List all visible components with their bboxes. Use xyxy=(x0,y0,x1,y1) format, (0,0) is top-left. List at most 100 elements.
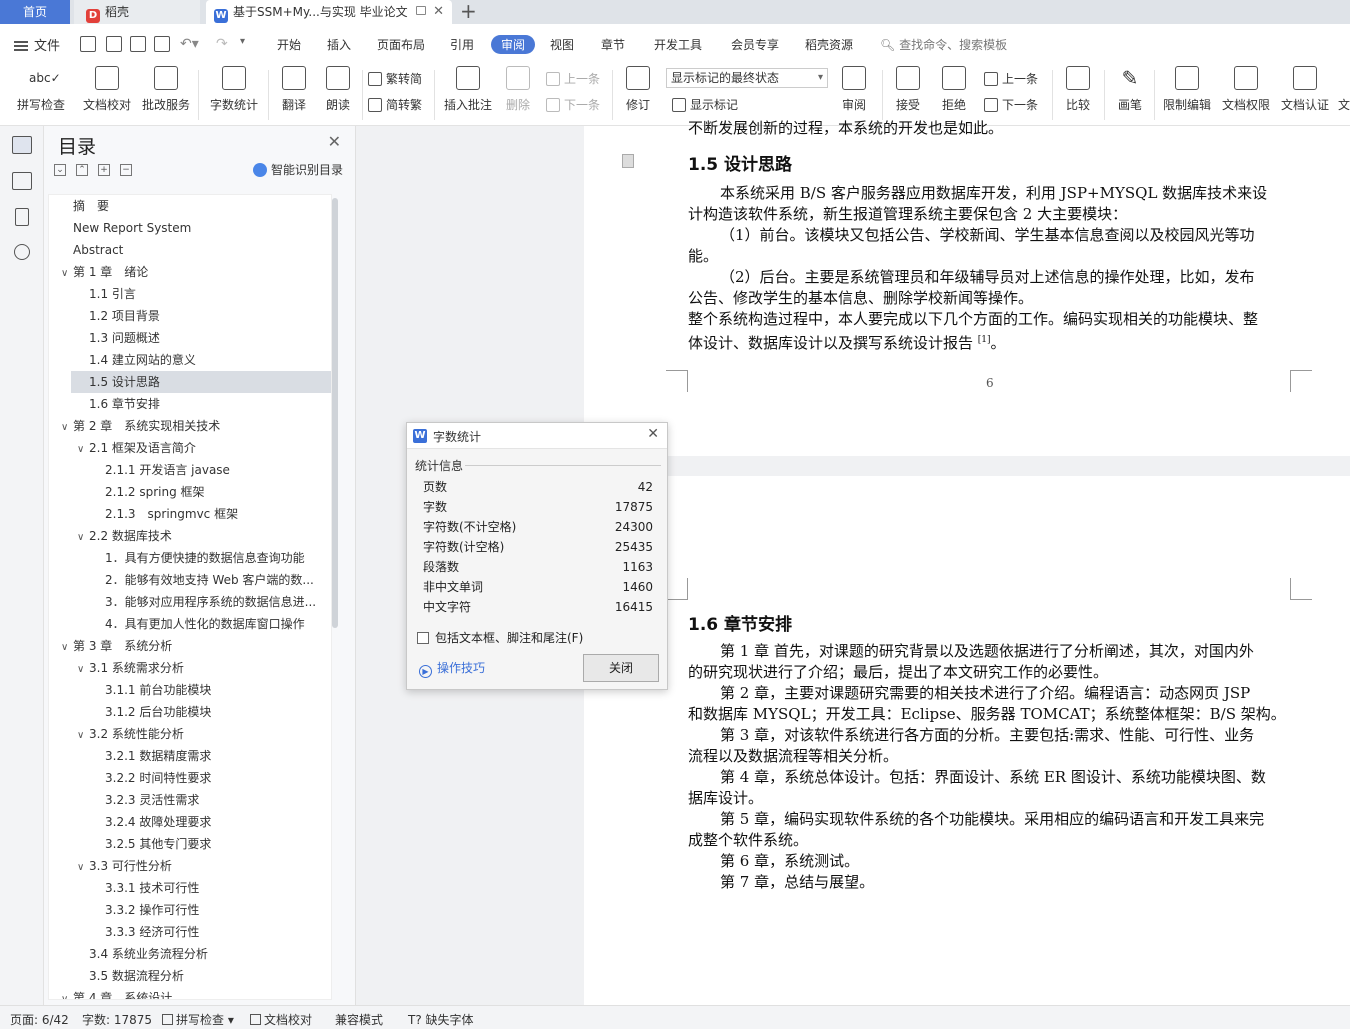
prev-revision-button[interactable]: 上一条 xyxy=(984,70,1038,87)
menu-layout[interactable]: 页面布局 xyxy=(377,36,425,53)
toc-item[interactable]: 3.2.2 时间特性要求 xyxy=(49,767,331,789)
toc-item[interactable]: ∨ 第 1 章 绪论 xyxy=(49,261,331,283)
tab-straw[interactable]: D 稻壳 xyxy=(74,0,200,24)
chevron-down-icon[interactable]: ∨ xyxy=(61,989,73,999)
word-count-button[interactable]: 字数统计 xyxy=(206,66,262,113)
menu-chapter[interactable]: 章节 xyxy=(601,36,625,53)
collapse-all-icon[interactable]: ⌄ xyxy=(54,163,66,176)
toc-item[interactable]: 3.2.1 数据精度需求 xyxy=(49,745,331,767)
doc-check-button[interactable]: 文档校对 xyxy=(80,66,134,113)
toc-item[interactable]: ∨ 2.2 数据库技术 xyxy=(49,525,331,547)
expand-all-icon[interactable]: ⌃ xyxy=(76,163,88,176)
redo-icon[interactable]: ↷ xyxy=(216,36,228,52)
compare-button[interactable]: 比较 xyxy=(1060,66,1096,113)
toc-scrollbar[interactable] xyxy=(332,198,338,628)
translate-button[interactable]: 翻译 xyxy=(276,66,312,113)
toc-item[interactable]: 3.3.3 经济可行性 xyxy=(49,921,331,943)
chevron-down-icon[interactable]: ∨ xyxy=(77,857,89,877)
new-tab-button[interactable]: + xyxy=(460,0,477,24)
toc-item[interactable]: 3.3.1 技术可行性 xyxy=(49,877,331,899)
toc-item[interactable]: 4．具有更加人性化的数据库窗口操作 xyxy=(49,613,331,635)
toc-item[interactable]: 1.5 设计思路 xyxy=(71,371,331,393)
close-icon[interactable]: ✕ xyxy=(328,132,341,151)
menu-developer[interactable]: 开发工具 xyxy=(654,36,702,53)
menu-reference[interactable]: 引用 xyxy=(450,36,474,53)
spell-check-button[interactable]: abc✓ 拼写检查 xyxy=(10,66,72,113)
remove-heading-icon[interactable]: − xyxy=(120,163,132,176)
print-icon[interactable] xyxy=(130,36,146,52)
citation[interactable]: [1] xyxy=(978,335,991,345)
toc-item[interactable]: ∨ 第 4 章 系统设计 xyxy=(49,987,331,999)
toc-item[interactable]: Abstract xyxy=(49,239,331,261)
toc-panel-icon[interactable] xyxy=(12,136,32,154)
reject-button[interactable]: 拒绝 xyxy=(936,66,972,113)
menu-start[interactable]: 开始 xyxy=(277,36,301,53)
toc-item[interactable]: 1.2 项目背景 xyxy=(49,305,331,327)
toc-item[interactable]: ∨ 3.1 系统需求分析 xyxy=(49,657,331,679)
chevron-down-icon[interactable]: ∨ xyxy=(77,527,89,547)
doc-comment-icon[interactable] xyxy=(622,154,634,168)
toc-item[interactable]: 1.6 章节安排 xyxy=(49,393,331,415)
tips-link[interactable]: ▶ 操作技巧 xyxy=(419,659,485,678)
review-pane-button[interactable]: 审阅 xyxy=(836,66,872,113)
toc-item[interactable]: ∨ 3.3 可行性分析 xyxy=(49,855,331,877)
close-button[interactable]: 关闭 xyxy=(583,654,659,682)
menu-insert[interactable]: 插入 xyxy=(327,36,351,53)
command-search[interactable]: 🔍︎ 查找命令、搜索模板 xyxy=(880,36,1007,53)
toc-item[interactable]: 3.1.2 后台功能模块 xyxy=(49,701,331,723)
doc-cert-button[interactable]: 文档认证 xyxy=(1278,66,1332,113)
toc-item[interactable]: 3.2.4 故障处理要求 xyxy=(49,811,331,833)
simp-to-trad-button[interactable]: 简转繁 xyxy=(368,96,422,113)
toc-item[interactable]: ∨ 3.2 系统性能分析 xyxy=(49,723,331,745)
insert-comment-button[interactable]: 插入批注 xyxy=(440,66,496,113)
toc-item[interactable]: New Report System xyxy=(49,217,331,239)
menu-review[interactable]: 审阅 xyxy=(491,35,536,54)
dialog-titlebar[interactable]: W 字数统计 ✕ xyxy=(407,423,667,449)
preview-icon[interactable] xyxy=(154,36,170,52)
toc-item[interactable]: 3.2.3 灵活性需求 xyxy=(49,789,331,811)
more-quick-icon[interactable]: ▾ xyxy=(240,36,245,47)
show-mode-dropdown[interactable]: 显示标记的最终状态 xyxy=(666,68,828,88)
toc-item[interactable]: 3.5 数据流程分析 xyxy=(49,965,331,987)
revise-button[interactable]: 修订 xyxy=(620,66,656,113)
toc-item[interactable]: 3.4 系统业务流程分析 xyxy=(49,943,331,965)
toc-item[interactable]: 3.3.2 操作可行性 xyxy=(49,899,331,921)
doc-permission-button[interactable]: 文档权限 xyxy=(1220,66,1272,113)
pen-button[interactable]: ✎ 画笔 xyxy=(1112,66,1148,113)
missing-font-status[interactable]: T? 缺失字体 xyxy=(408,1011,474,1028)
save-icon[interactable] xyxy=(80,36,96,52)
menu-member[interactable]: 会员专享 xyxy=(731,36,779,53)
toc-item[interactable]: 1.4 建立网站的意义 xyxy=(49,349,331,371)
chevron-down-icon[interactable]: ∨ xyxy=(61,637,73,657)
toc-item[interactable]: ∨ 2.1 框架及语言简介 xyxy=(49,437,331,459)
close-tab-icon[interactable]: ✕ xyxy=(433,0,444,24)
close-icon[interactable]: ✕ xyxy=(647,426,659,442)
prev-comment-button[interactable]: 上一条 xyxy=(546,70,600,87)
trad-to-simp-button[interactable]: 繁转简 xyxy=(368,70,422,87)
smart-toc-button[interactable]: 智能识别目录 xyxy=(252,161,343,178)
search-icon[interactable] xyxy=(14,244,30,260)
include-textbox-checkbox[interactable]: 包括文本框、脚注和尾注(F) xyxy=(417,629,583,646)
tab-home[interactable]: 首页 xyxy=(0,0,70,24)
next-comment-button[interactable]: 下一条 xyxy=(546,96,600,113)
undo-icon[interactable]: ↶▾ xyxy=(180,36,199,52)
next-revision-button[interactable]: 下一条 xyxy=(984,96,1038,113)
toc-item[interactable]: ∨ 第 2 章 系统实现相关技术 xyxy=(49,415,331,437)
bookmark-icon[interactable] xyxy=(15,208,29,226)
toc-item[interactable]: 3.2.5 其他专门要求 xyxy=(49,833,331,855)
chevron-down-icon[interactable]: ∨ xyxy=(77,439,89,459)
approve-service-button[interactable]: 批改服务 xyxy=(140,66,192,113)
toc-item[interactable]: 摘 要 xyxy=(49,195,331,217)
show-marks-button[interactable]: 显示标记 xyxy=(672,96,738,113)
chevron-down-icon[interactable]: ∨ xyxy=(77,725,89,745)
toc-item[interactable]: ∨ 第 3 章 系统分析 xyxy=(49,635,331,657)
restrict-edit-button[interactable]: 限制编辑 xyxy=(1160,66,1214,113)
accept-button[interactable]: 接受 xyxy=(890,66,926,113)
read-aloud-button[interactable]: 朗读 xyxy=(320,66,356,113)
tab-document[interactable]: W 基于SSM+My...与实现 毕业论文 ✕ xyxy=(206,0,452,24)
chevron-down-icon[interactable]: ∨ xyxy=(61,417,73,437)
chapter-nav-icon[interactable] xyxy=(12,172,32,190)
file-menu[interactable]: 文件 xyxy=(14,35,60,54)
add-heading-icon[interactable]: + xyxy=(98,163,110,176)
chevron-down-icon[interactable]: ∨ xyxy=(77,659,89,679)
